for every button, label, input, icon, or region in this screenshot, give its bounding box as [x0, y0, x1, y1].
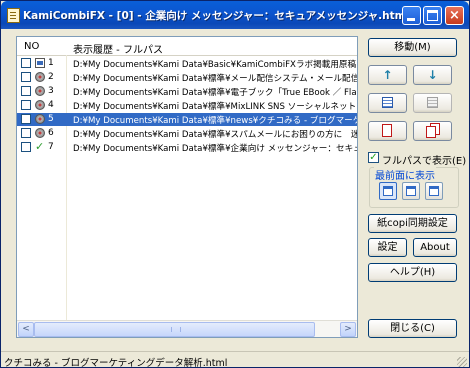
- row-checkbox[interactable]: [21, 100, 31, 110]
- row-path: D:¥My Documents¥Kami Data¥標準¥電子ブック「True …: [73, 88, 358, 98]
- about-button[interactable]: About: [413, 238, 457, 257]
- app-icon: [7, 8, 20, 23]
- disc-icon: [35, 72, 45, 82]
- resize-grip-icon[interactable]: [457, 357, 467, 367]
- list-item[interactable]: 1 D:¥My Documents¥Kami Data¥Basic¥KamiCo…: [17, 57, 357, 70]
- disc-icon: [35, 128, 45, 138]
- maximize-icon: [427, 10, 438, 21]
- front-display-title: 最前面に表示: [374, 167, 436, 182]
- list-view-button[interactable]: [368, 93, 407, 113]
- list-view-grey-icon: [427, 97, 438, 108]
- list-item[interactable]: 4 D:¥My Documents¥Kami Data¥標準¥MixLINK S…: [17, 99, 357, 112]
- list-item[interactable]: 6 D:¥My Documents¥Kami Data¥標準¥スパムメールにお困…: [17, 127, 357, 140]
- cascade-window-button[interactable]: [402, 182, 420, 200]
- duplicate-page-button[interactable]: [413, 121, 452, 141]
- disc-icon: [35, 86, 45, 96]
- new-page-icon: [382, 124, 392, 137]
- row-number: 4: [48, 100, 54, 110]
- close-dialog-label: 閉じる(C): [390, 323, 435, 334]
- close-button[interactable]: ×: [445, 6, 464, 25]
- fullpath-label: フルパスで表示(E): [382, 156, 467, 167]
- check-icon: ✓: [35, 140, 45, 153]
- settings-button[interactable]: 設定: [368, 238, 407, 257]
- list-item[interactable]: 2 D:¥My Documents¥Kami Data¥標準¥メール配信システム…: [17, 71, 357, 84]
- scroll-thumb[interactable]: [34, 322, 315, 337]
- arrow-down-icon: ↓: [427, 68, 438, 82]
- help-label: ヘルプ(H): [389, 267, 436, 278]
- history-list[interactable]: NO 表示履歴 - フルパス 1 D:¥My Documents¥Kami Da…: [16, 36, 358, 338]
- front-display-group: 最前面に表示: [369, 167, 459, 208]
- move-button-label: 移動(M): [394, 42, 431, 53]
- row-path: D:¥My Documents¥Kami Data¥標準¥企業向け メッセンジャ…: [73, 144, 358, 154]
- duplicate-page-icon-front: [426, 126, 436, 138]
- cascade-icon: [406, 186, 416, 196]
- scroll-right-button[interactable]: >: [340, 322, 356, 337]
- help-button[interactable]: ヘルプ(H): [368, 263, 457, 282]
- row-number: 6: [48, 128, 54, 138]
- row-path: D:¥My Documents¥Kami Data¥標準¥news¥クチコみる …: [73, 116, 358, 126]
- row-checkbox[interactable]: [21, 72, 31, 82]
- row-checkbox[interactable]: [21, 58, 31, 68]
- list-item-selected[interactable]: 5 D:¥My Documents¥Kami Data¥標準¥news¥クチコみ…: [17, 113, 357, 126]
- row-number: 2: [48, 72, 54, 82]
- row-number: 3: [48, 86, 54, 96]
- minimize-icon: [407, 18, 415, 21]
- close-icon: ×: [449, 8, 460, 23]
- fullpath-option[interactable]: ✓ フルパスで表示(E): [368, 151, 466, 167]
- arrow-up-icon: ↑: [382, 68, 393, 82]
- move-down-button[interactable]: ↓: [413, 65, 452, 85]
- row-number: 5: [48, 114, 54, 124]
- row-number: 7: [48, 142, 54, 152]
- document-icon: [35, 58, 45, 68]
- about-label: About: [420, 242, 450, 253]
- window-title: KamiCombiFX - [0] - 企業向け メッセンジャー：セキュアメッセ…: [23, 10, 403, 22]
- column-header-no[interactable]: NO: [24, 41, 39, 52]
- sync-settings-button[interactable]: 紙copi同期設定: [368, 214, 457, 233]
- row-checkbox[interactable]: [21, 128, 31, 138]
- maximize-button[interactable]: [423, 6, 442, 25]
- list-view-icon: [382, 97, 393, 108]
- disc-icon: [35, 100, 45, 110]
- row-path: D:¥My Documents¥Kami Data¥標準¥メール配信システム・メ…: [73, 74, 358, 84]
- new-page-button[interactable]: [368, 121, 407, 141]
- status-bar: クチコみる - ブログマーケティングデータ解析.html: [1, 351, 469, 368]
- row-checkbox[interactable]: [21, 142, 31, 152]
- list-item[interactable]: 3 D:¥My Documents¥Kami Data¥標準¥電子ブック「Tru…: [17, 85, 357, 98]
- disc-icon: [35, 114, 45, 124]
- minimize-button[interactable]: [402, 6, 421, 25]
- settings-label: 設定: [377, 242, 398, 253]
- move-button[interactable]: 移動(M): [368, 38, 457, 57]
- row-path: D:¥My Documents¥Kami Data¥標準¥MixLINK SNS…: [73, 102, 358, 112]
- list-item[interactable]: ✓ 7 D:¥My Documents¥Kami Data¥標準¥企業向け メッ…: [17, 141, 357, 154]
- main-window: KamiCombiFX - [0] - 企業向け メッセンジャー：セキュアメッセ…: [0, 0, 470, 368]
- row-number: 1: [48, 58, 54, 68]
- title-bar[interactable]: KamiCombiFX - [0] - 企業向け メッセンジャー：セキュアメッセ…: [1, 1, 469, 29]
- row-path: D:¥My Documents¥Kami Data¥Basic¥KamiComb…: [73, 60, 358, 70]
- horizontal-scrollbar[interactable]: < >: [17, 320, 357, 337]
- row-checkbox[interactable]: [21, 114, 31, 124]
- list-view-disabled-button[interactable]: [413, 93, 452, 113]
- row-checkbox[interactable]: [21, 86, 31, 96]
- front-window-button[interactable]: [379, 182, 397, 200]
- window-icon: [383, 186, 393, 196]
- tile-icon: [429, 186, 439, 196]
- move-up-button[interactable]: ↑: [368, 65, 407, 85]
- status-text: クチコみる - ブログマーケティングデータ解析.html: [4, 358, 228, 368]
- scroll-left-button[interactable]: <: [18, 322, 34, 337]
- scroll-grip-icon: [171, 327, 181, 332]
- tile-window-button[interactable]: [425, 182, 443, 200]
- close-dialog-button[interactable]: 閉じる(C): [368, 319, 457, 338]
- column-header-history[interactable]: 表示履歴 - フルパス: [73, 41, 163, 56]
- sync-settings-label: 紙copi同期設定: [377, 218, 448, 229]
- fullpath-checkbox[interactable]: ✓: [368, 152, 379, 163]
- row-path: D:¥My Documents¥Kami Data¥標準¥スパムメールにお困りの…: [73, 130, 358, 140]
- list-header: NO 表示履歴 - フルパス: [17, 37, 357, 56]
